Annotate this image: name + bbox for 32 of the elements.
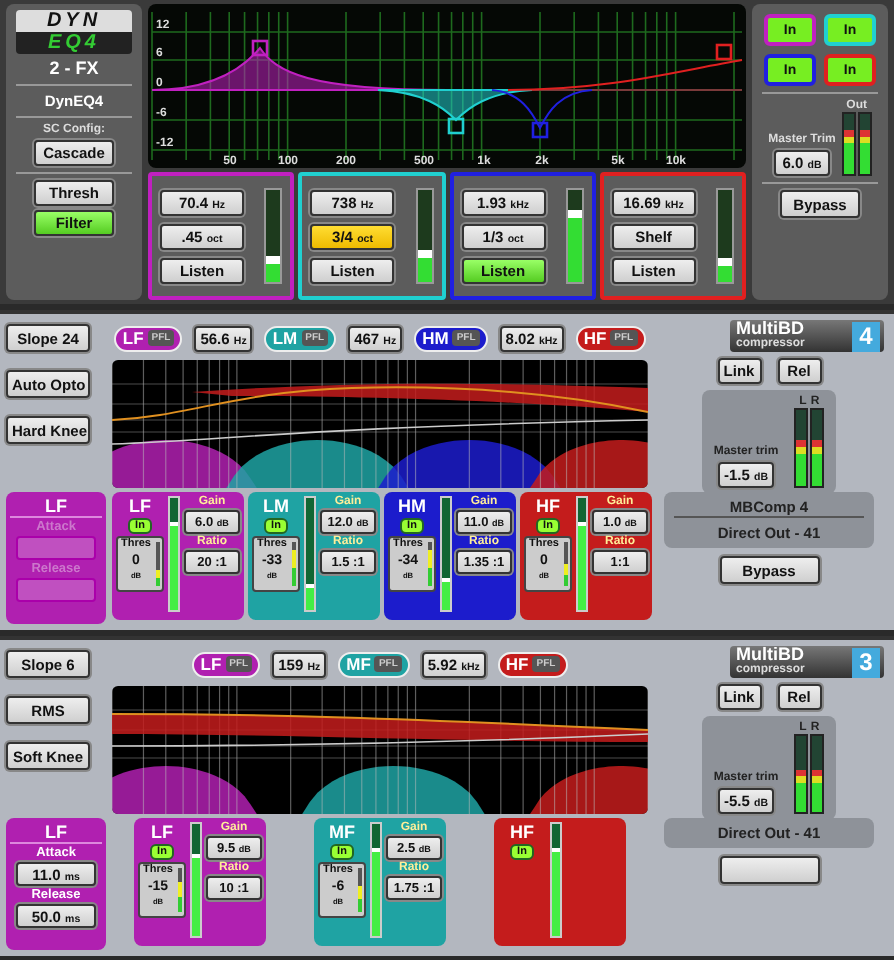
gain-reduction-fader[interactable] xyxy=(550,822,562,938)
band-handle[interactable] xyxy=(447,117,465,135)
fader-handle[interactable] xyxy=(266,255,281,263)
band-name: MF xyxy=(329,822,355,842)
gain-reduction-fader[interactable] xyxy=(440,496,452,612)
fader-handle[interactable] xyxy=(417,250,431,259)
band-name: LF xyxy=(151,822,173,842)
band-name: HF xyxy=(510,822,534,842)
dyn-eq-logo: DYN EQ4 xyxy=(16,10,132,54)
gain-reduction-fader[interactable] xyxy=(168,496,180,612)
band-title: LF xyxy=(10,496,102,518)
gain-reduction-fader[interactable] xyxy=(190,822,202,938)
fader-handle[interactable] xyxy=(718,257,732,266)
gain-reduction-fader[interactable] xyxy=(576,496,588,612)
band-response-curve xyxy=(530,766,648,814)
gain-fader[interactable] xyxy=(264,188,283,284)
gain-fader[interactable] xyxy=(716,188,734,284)
gain-fader[interactable] xyxy=(565,188,584,284)
band-handle[interactable] xyxy=(715,43,733,61)
bypass-button[interactable] xyxy=(719,856,819,884)
fader-handle[interactable] xyxy=(567,209,582,217)
gain-fader[interactable] xyxy=(415,188,433,284)
band-name: HM xyxy=(398,496,426,516)
band-name: LM xyxy=(263,496,289,516)
channel-name: 2 - FX xyxy=(49,58,99,78)
band-title: LF xyxy=(10,822,102,844)
gain-reduction-fader[interactable] xyxy=(370,822,382,938)
band-name: HF xyxy=(536,496,560,516)
band-handle[interactable] xyxy=(251,39,269,57)
gain-reduction-fader[interactable] xyxy=(304,496,316,612)
band-name: LF xyxy=(129,496,151,516)
band-handle[interactable] xyxy=(531,121,549,139)
